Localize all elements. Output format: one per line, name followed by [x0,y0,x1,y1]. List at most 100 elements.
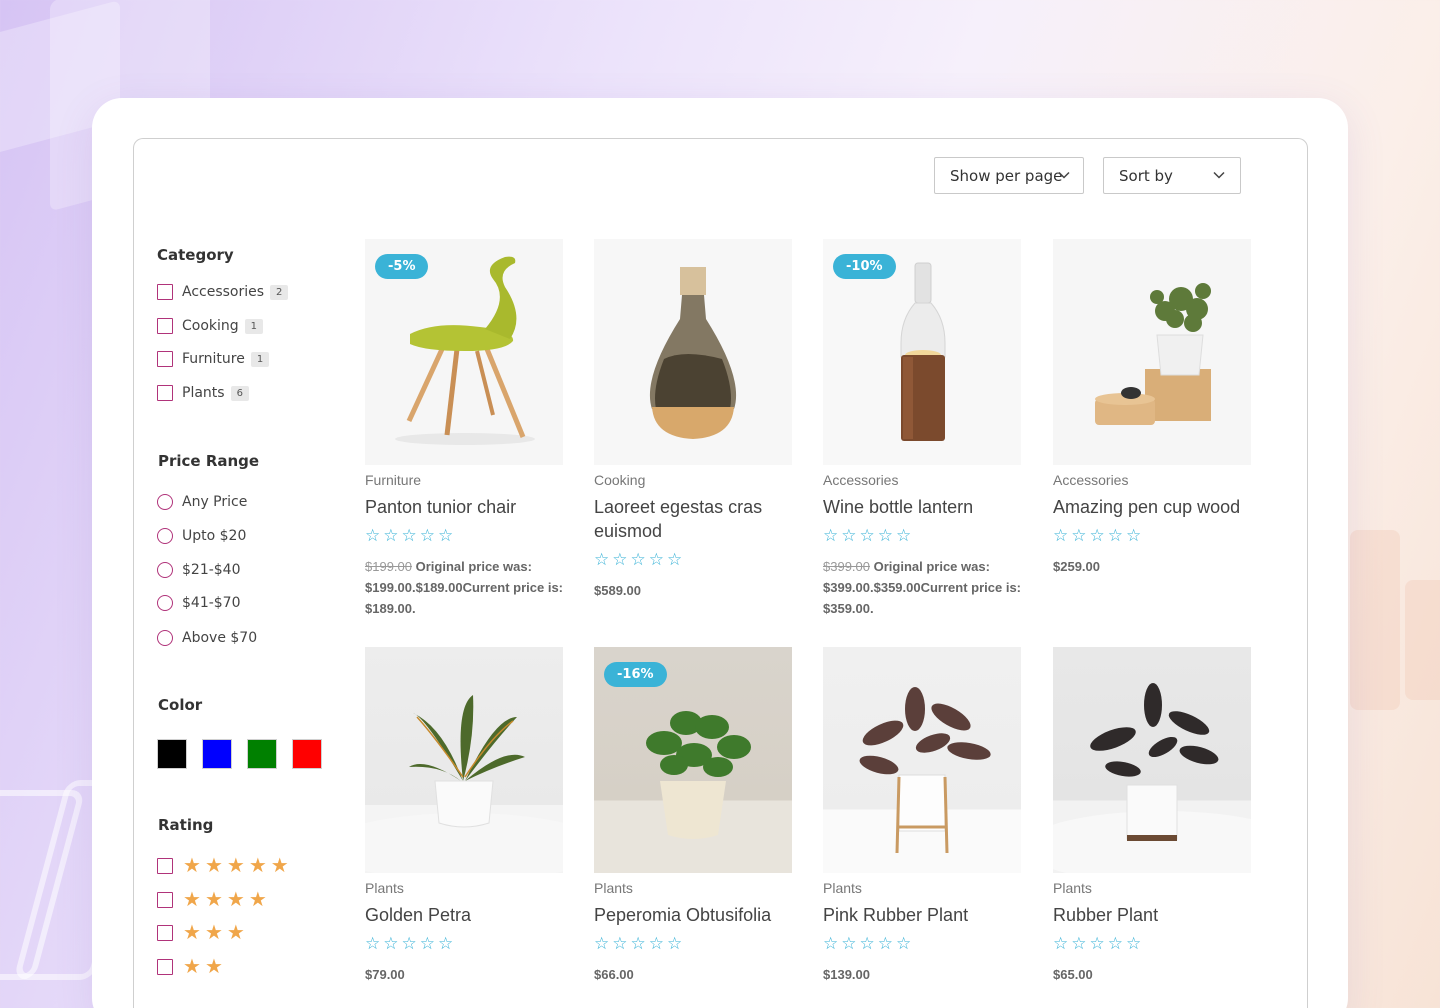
rating-checkbox[interactable] [157,925,173,941]
product-price: $139.00 [823,964,1021,985]
per-page-select[interactable]: Show per page [934,157,1084,194]
price-option-41-70[interactable]: $41-$70 [157,595,241,611]
star-icon: ★ [204,956,223,978]
old-price: $399.00 [823,559,870,574]
rating-option-2[interactable]: ★ ★ [157,957,223,977]
star-outline-icon: ☆ [594,934,610,953]
product-name[interactable]: Laoreet egestas cras euismod [594,495,792,543]
price-radio[interactable] [157,494,173,510]
product-category: Plants [594,880,633,896]
category-item-cooking[interactable]: Cooking 1 [157,318,264,334]
star-outline-icon: ☆ [648,550,664,569]
category-count: 2 [270,284,289,300]
price-text: $66.00 [594,967,634,982]
star-outline-icon: ☆ [648,934,664,953]
product-image[interactable]: -16% [594,647,792,873]
star-outline-icon: ☆ [383,934,399,953]
product-rating: ☆ ☆ ☆ ☆ ☆ [365,935,563,952]
color-title: Color [158,696,203,714]
category-checkbox[interactable] [157,385,173,401]
sort-select[interactable]: Sort by [1103,157,1241,194]
product-image[interactable] [594,239,792,465]
price-option-upto-20[interactable]: Upto $20 [157,528,246,544]
product-image[interactable]: -10% [823,239,1021,465]
product-name[interactable]: Pink Rubber Plant [823,903,1021,927]
product-name[interactable]: Wine bottle lantern [823,495,1021,519]
rating-option-5[interactable]: ★ ★ ★ ★ ★ [157,856,289,876]
star-outline-icon: ☆ [1089,526,1105,545]
product-image[interactable] [823,647,1021,873]
price-radio[interactable] [157,595,173,611]
price-text: $259.00 [1053,559,1100,574]
product-card[interactable]: -5% Furniture Panton tunior chair ☆ ☆ ☆ ☆ ☆ … [365,239,563,619]
category-checkbox[interactable] [157,318,173,334]
price-range-title: Price Range [158,452,260,470]
product-card[interactable]: -10% Accessories Wine bottle lantern ☆ ☆ ☆… [823,239,1021,619]
product-rating: ☆ ☆ ☆ ☆ ☆ [594,935,792,952]
star-outline-icon: ☆ [667,934,683,953]
category-title: Category [157,246,234,264]
price-radio[interactable] [157,562,173,578]
price-radio[interactable] [157,528,173,544]
discount-badge: -16% [604,662,667,687]
product-card[interactable]: -16% Plants Peperomia Obtusifolia ☆ ☆ ☆ ☆ ☆ … [594,647,792,985]
star-outline-icon: ☆ [823,526,839,545]
price-label: Upto $20 [182,528,247,544]
price-label: Any Price [182,494,248,510]
product-name[interactable]: Amazing pen cup wood [1053,495,1251,519]
category-item-plants[interactable]: Plants 6 [157,385,249,401]
pen-cup-image [1095,283,1211,425]
product-image[interactable] [1053,647,1251,873]
category-checkbox[interactable] [157,284,173,300]
star-icon: ★ [183,855,201,877]
rating-option-4[interactable]: ★ ★ ★ ★ [157,890,267,910]
rating-checkbox[interactable] [157,892,173,908]
product-category: Plants [365,880,404,896]
product-price: $589.00 [594,580,792,601]
product-image[interactable] [1053,239,1251,465]
price-radio[interactable] [157,630,173,646]
rating-checkbox[interactable] [157,959,173,975]
color-swatch-blue[interactable] [202,739,232,769]
product-card[interactable]: Plants Pink Rubber Plant ☆ ☆ ☆ ☆ ☆ $139.00 [823,647,1021,985]
star-outline-icon: ☆ [1126,526,1142,545]
star-outline-icon: ☆ [365,526,381,545]
product-rating: ☆ ☆ ☆ ☆ ☆ [594,551,792,568]
per-page-label: Show per page [950,166,1063,185]
product-name[interactable]: Golden Petra [365,903,563,927]
product-card[interactable]: Plants Rubber Plant ☆ ☆ ☆ ☆ ☆ $65.00 [1053,647,1251,985]
price-option-any[interactable]: Any Price [157,494,247,510]
product-category: Accessories [1053,472,1129,488]
product-card[interactable]: Accessories Amazing pen cup wood ☆ ☆ ☆ ☆ ☆ $… [1053,239,1251,577]
color-swatch-black[interactable] [157,739,187,769]
price-option-21-40[interactable]: $21-$40 [157,562,241,578]
product-image[interactable]: -5% [365,239,563,465]
star-outline-icon: ☆ [419,526,435,545]
product-image[interactable] [365,647,563,873]
star-outline-icon: ☆ [859,526,875,545]
star-outline-icon: ☆ [365,934,381,953]
product-rating: ☆ ☆ ☆ ☆ ☆ [823,935,1021,952]
product-price: $259.00 [1053,556,1251,577]
product-category: Furniture [365,472,422,488]
product-name[interactable]: Rubber Plant [1053,903,1251,927]
category-item-furniture[interactable]: Furniture 1 [157,351,270,367]
rating-option-3[interactable]: ★ ★ ★ [157,923,245,943]
star-outline-icon: ☆ [630,934,646,953]
product-name[interactable]: Peperomia Obtusifolia [594,903,792,927]
star-icon: ★ [226,889,245,911]
rating-checkbox[interactable] [157,858,173,874]
product-name[interactable]: Panton tunior chair [365,495,563,519]
category-count: 1 [250,351,270,367]
category-checkbox[interactable] [157,351,173,367]
product-category: Cooking [594,472,646,488]
product-card[interactable]: Cooking Laoreet egestas cras euismod ☆ ☆ ☆… [594,239,792,601]
color-swatch-red[interactable] [292,739,322,769]
star-outline-icon: ☆ [823,934,839,953]
price-option-above-70[interactable]: Above $70 [157,630,257,646]
color-swatch-green[interactable] [247,739,277,769]
price-text: $589.00 [594,583,641,598]
star-icon: ★ [183,922,201,944]
product-card[interactable]: Plants Golden Petra ☆ ☆ ☆ ☆ ☆ $79.00 [365,647,563,985]
category-item-accessories[interactable]: Accessories 2 [157,284,289,300]
